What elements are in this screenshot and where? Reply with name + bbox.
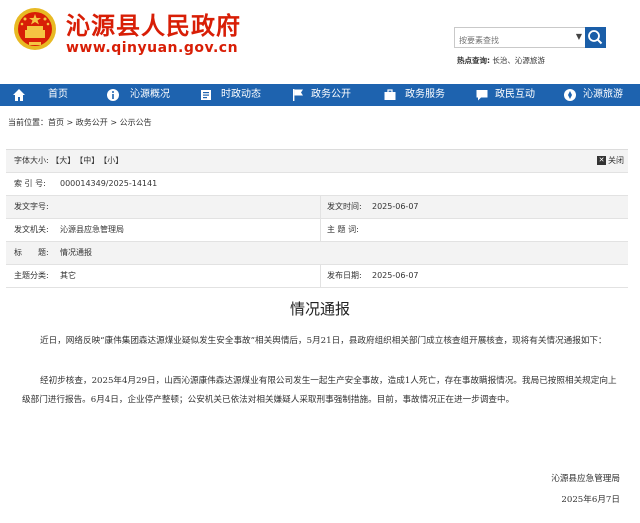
nav-label: 沁源旅游 [583, 89, 623, 100]
font-size-label: 字体大小: [14, 156, 49, 165]
font-size-medium-link[interactable]: 【中】 [79, 156, 99, 165]
travel-icon [564, 89, 576, 101]
nav-label: 首页 [48, 89, 68, 100]
hot-search-links[interactable]: 长治、沁源旅游 [492, 56, 545, 65]
nav-label: 沁源概况 [130, 89, 170, 100]
nav-label: 政务服务 [405, 89, 445, 100]
article-paragraph: 近日，网络反映“康伟集团森达源煤业疑似发生安全事故”相关舆情后，5月21日，县政… [40, 336, 607, 346]
breadcrumb[interactable]: 当前位置：首页 > 政务公开 > 公示公告 [8, 117, 152, 128]
search-icon [588, 30, 603, 45]
pub-date-value: 2025-06-07 [372, 271, 419, 280]
nav-label: 政民互动 [495, 89, 535, 100]
search-box[interactable]: ▼ [454, 27, 586, 49]
doc-time-label: 发文时间: [320, 196, 362, 218]
index-value: 000014349/2025-14141 [60, 179, 158, 188]
title-row: 标 题: 情况通报 [6, 242, 628, 265]
title-label: 标 题: [14, 248, 49, 257]
site-header: 沁源县人民政府 www.qinyuan.gov.cn ▼ 热点查询: 长治、沁源… [0, 0, 640, 84]
article-title: 情况通报 [289, 300, 350, 318]
article-signature: 沁源县应急管理局 [551, 474, 620, 484]
index-label: 索 引 号: [14, 179, 46, 188]
category-label: 主题分类: [14, 271, 49, 280]
issuer-row: 发文机关: 沁源县应急管理局 主 题 词: [6, 219, 628, 242]
index-row: 索 引 号: 000014349/2025-14141 [6, 173, 628, 196]
hot-search: 热点查询: 长治、沁源旅游 [457, 55, 545, 66]
hot-search-label: 热点查询: [457, 56, 490, 65]
close-label: 关闭 [608, 156, 624, 165]
search-button[interactable] [585, 27, 606, 48]
news-icon [201, 90, 211, 100]
chevron-down-icon[interactable]: ▼ [576, 32, 582, 41]
site-domain: www.qinyuan.gov.cn [66, 40, 239, 56]
chat-icon [476, 90, 488, 101]
main-nav: 首页 沁源概况 时政动态 政务公开 政务服务 政民互动 沁源旅游 [0, 84, 640, 106]
font-size-controls: 字体大小: 【大】 【中】 【小】 [14, 150, 127, 172]
subject-label: 主 题 词: [320, 219, 359, 241]
national-emblem-icon [14, 8, 56, 50]
issuer-value: 沁源县应急管理局 [60, 225, 124, 234]
pub-date-label: 发布日期: [320, 265, 362, 287]
font-size-big-link[interactable]: 【大】 [51, 156, 75, 165]
info-icon [107, 89, 119, 101]
article-paragraph: 经初步核查，2025年4月29日，山西沁源康伟森达源煤业有限公司发生一起生产安全… [22, 376, 617, 405]
flag-icon [293, 89, 303, 101]
category-value: 其它 [60, 271, 76, 280]
doc-number-label: 发文字号: [14, 202, 49, 211]
font-size-row: 字体大小: 【大】 【中】 【小】 ✕ 关闭 [6, 150, 628, 173]
title-value: 情况通报 [60, 248, 92, 257]
nav-label: 时政动态 [221, 89, 261, 100]
document-info-table: 字体大小: 【大】 【中】 【小】 ✕ 关闭 索 引 号: 000014349/202… [6, 149, 628, 288]
category-row: 主题分类: 其它 发布日期: 2025-06-07 [6, 265, 628, 288]
article-date: 2025年6月7日 [561, 495, 620, 505]
search-input[interactable] [455, 32, 569, 49]
close-button[interactable]: ✕ 关闭 [597, 150, 624, 172]
font-size-small-link[interactable]: 【小】 [103, 156, 123, 165]
issuer-label: 发文机关: [14, 225, 49, 234]
doc-time-value: 2025-06-07 [372, 202, 419, 211]
briefcase-icon [384, 89, 396, 100]
doc-number-row: 发文字号: 发文时间: 2025-06-07 [6, 196, 628, 219]
home-icon [13, 89, 25, 101]
site-title[interactable]: 沁源县人民政府 [66, 12, 241, 40]
nav-label: 政务公开 [311, 89, 351, 100]
close-icon: ✕ [597, 156, 606, 165]
